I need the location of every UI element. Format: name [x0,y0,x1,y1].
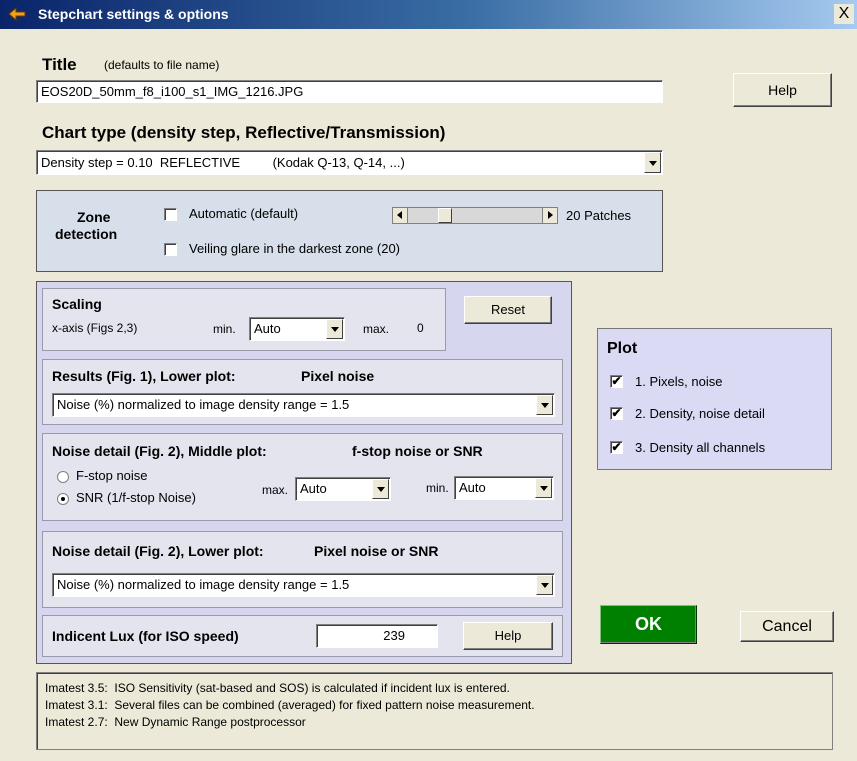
note-line-1: Imatest 3.5: ISO Sensitivity (sat-based … [45,681,510,695]
patches-label: 20 Patches [566,208,632,223]
noise-min-value: Auto [459,480,486,495]
scaling-max-label: max. [363,322,390,336]
lux-help-button[interactable]: Help [463,622,553,650]
noise-lower-heading: Noise detail (Fig. 2), Lower plot: [52,543,264,559]
noise-lower-select[interactable]: Noise (%) normalized to image density ra… [52,573,555,597]
lux-input[interactable]: 239 [316,624,438,648]
note-line-2: Imatest 3.1: Several files can be combin… [45,698,535,712]
noise-middle-section: Noise detail (Fig. 2), Middle plot: f-st… [42,433,563,521]
noise-lower-section: Noise detail (Fig. 2), Lower plot: Pixel… [42,531,563,608]
chevron-down-icon[interactable] [536,575,553,595]
ok-button[interactable]: OK [600,605,697,644]
veiling-glare-checkbox[interactable] [164,243,177,256]
zone-label-line2: detection [55,226,118,242]
plot-item-3-checkbox[interactable]: ✔ [610,441,623,454]
chevron-down-icon[interactable] [535,478,552,498]
slider-left-arrow-icon[interactable] [393,208,408,223]
automatic-label: Automatic (default) [189,206,299,221]
noise-min-label: min. [426,481,449,495]
zone-detection-panel: Zone detection Automatic (default) Veili… [36,190,663,272]
results-section: Results (Fig. 1), Lower plot: Pixel nois… [42,359,563,425]
app-icon [8,6,26,22]
scaling-min-label: min. [213,322,236,336]
noise-middle-heading-value: f-stop noise or SNR [352,443,483,459]
slider-right-arrow-icon[interactable] [542,208,557,223]
x-axis-label: x-axis (Figs 2,3) [52,321,138,335]
title-help-button[interactable]: Help [733,73,832,107]
release-notes-box: Imatest 3.5: ISO Sensitivity (sat-based … [36,672,833,750]
window-title: Stepchart settings & options [38,6,229,22]
scaling-max-value: 0 [417,321,424,335]
cancel-button[interactable]: Cancel [740,611,834,642]
lux-label: Indicent Lux (for ISO speed) [52,628,239,644]
fstop-noise-radio[interactable] [57,471,69,483]
results-select[interactable]: Noise (%) normalized to image density ra… [52,393,555,417]
slider-thumb[interactable] [438,208,452,223]
reset-button[interactable]: Reset [464,296,552,324]
chevron-down-icon[interactable] [372,479,389,499]
snr-label: SNR (1/f-stop Noise) [76,490,196,505]
scaling-section: Scaling x-axis (Figs 2,3) min. Auto max.… [42,288,446,351]
automatic-checkbox[interactable] [164,208,177,221]
chart-type-select[interactable]: Density step = 0.10 REFLECTIVE (Kodak Q-… [36,150,663,175]
chart-type-value: Density step = 0.10 REFLECTIVE (Kodak Q-… [41,155,405,170]
scaling-heading: Scaling [52,296,102,312]
lux-section: Indicent Lux (for ISO speed) 239 Help [42,615,563,657]
plot-item-2-checkbox[interactable]: ✔ [610,407,623,420]
results-heading: Results (Fig. 1), Lower plot: [52,368,236,384]
noise-lower-heading-value: Pixel noise or SNR [314,543,439,559]
plot-item-2-label: 2. Density, noise detail [635,406,765,421]
chevron-down-icon[interactable] [536,395,553,415]
noise-lower-select-value: Noise (%) normalized to image density ra… [57,577,350,592]
noise-max-value: Auto [300,481,327,496]
snr-radio[interactable] [57,493,69,505]
plot-item-1-label: 1. Pixels, noise [635,374,723,389]
chevron-down-icon[interactable] [644,152,661,173]
plot-panel: Plot ✔ 1. Pixels, noise ✔ 2. Density, no… [597,328,832,470]
scaling-min-value: Auto [254,321,281,336]
noise-max-select[interactable]: Auto [295,477,391,501]
chevron-down-icon[interactable] [326,319,343,339]
results-heading-value: Pixel noise [301,368,375,384]
plot-item-1-checkbox[interactable]: ✔ [610,375,623,388]
chart-type-label: Chart type (density step, Reflective/Tra… [42,123,446,142]
close-icon[interactable]: X [834,4,854,24]
results-select-value: Noise (%) normalized to image density ra… [57,397,350,412]
veiling-glare-label: Veiling glare in the darkest zone (20) [189,241,401,256]
note-line-3: Imatest 2.7: New Dynamic Range postproce… [45,715,306,729]
scaling-min-select[interactable]: Auto [249,317,345,341]
plot-heading: Plot [607,340,638,357]
title-bar: Stepchart settings & options X [0,0,857,29]
noise-min-select[interactable]: Auto [454,476,554,500]
title-input[interactable]: EOS20D_50mm_f8_i100_s1_IMG_1216.JPG [36,80,663,103]
zone-label-line1: Zone [77,209,111,225]
patch-slider[interactable] [392,207,558,224]
plot-item-3-label: 3. Density all channels [635,440,766,455]
noise-max-label: max. [262,483,289,497]
fstop-noise-label: F-stop noise [76,468,148,483]
noise-middle-heading: Noise detail (Fig. 2), Middle plot: [52,443,267,459]
settings-panel: Scaling x-axis (Figs 2,3) min. Auto max.… [36,281,572,664]
title-label: Title [42,55,77,74]
title-hint: (defaults to file name) [104,58,220,72]
